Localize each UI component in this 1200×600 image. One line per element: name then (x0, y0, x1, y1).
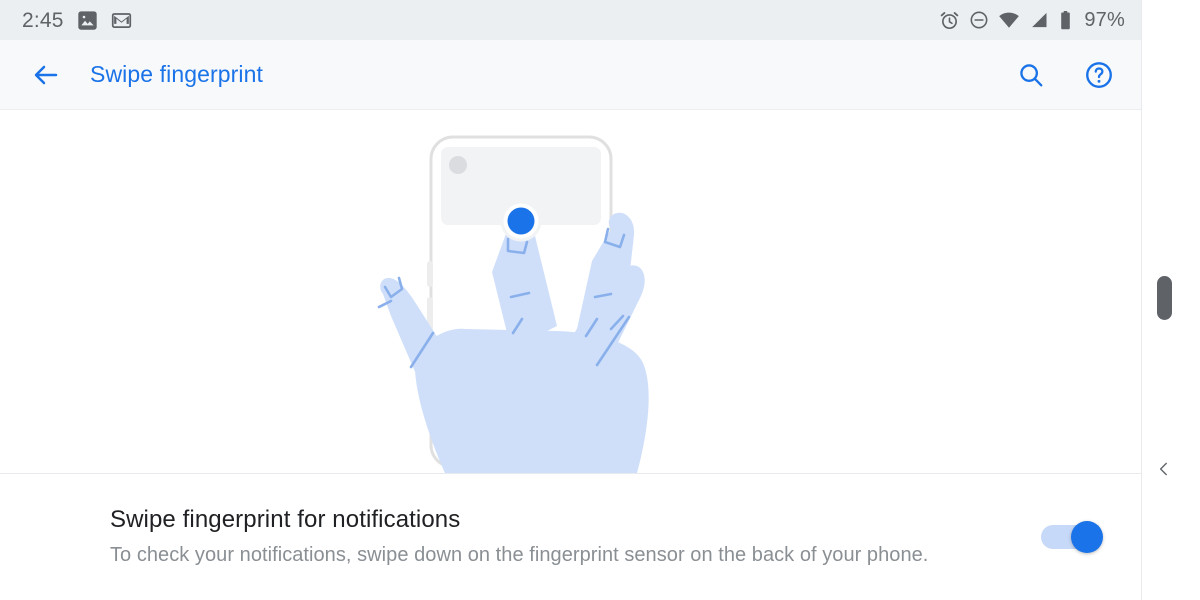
battery-percent: 97% (1084, 9, 1125, 31)
alarm-icon (941, 11, 959, 29)
do-not-disturb-icon (970, 11, 988, 29)
photos-icon (78, 10, 97, 30)
help-icon (1086, 61, 1112, 88)
back-button[interactable] (24, 53, 68, 97)
fingerprint-sensor-dot (500, 200, 541, 242)
phone-screen: 2:45 97% Swipe fingerprint Swipe fingerp… (0, 0, 1142, 600)
swipe-fingerprint-setting-row[interactable]: Swipe fingerprint for notifications To c… (0, 474, 1141, 600)
hand-graphic (377, 212, 649, 473)
back-arrow-icon (34, 65, 58, 84)
swipe-fingerprint-toggle[interactable] (1041, 521, 1103, 553)
chevron-left-icon (1159, 462, 1167, 476)
status-bar-right: 97% (939, 9, 1125, 31)
search-icon (1020, 63, 1043, 86)
gmail-icon (111, 12, 131, 28)
setting-texts: Swipe fingerprint for notifications To c… (110, 506, 1015, 568)
setting-subtitle: To check your notifications, swipe down … (110, 543, 929, 566)
wifi-icon (999, 12, 1020, 28)
status-bar: 2:45 97% (0, 0, 1141, 40)
swipe-fingerprint-illustration (0, 111, 1141, 474)
page-title: Swipe fingerprint (90, 61, 264, 87)
help-button[interactable] (1079, 55, 1119, 95)
app-bar: Swipe fingerprint (0, 40, 1141, 110)
app-bar-actions (1011, 55, 1119, 95)
battery-icon (1061, 10, 1071, 29)
cell-signal-icon (1032, 12, 1047, 28)
search-button[interactable] (1011, 55, 1051, 95)
scrollbar-handle[interactable] (1157, 276, 1172, 320)
setting-title: Swipe fingerprint for notifications (110, 506, 461, 534)
toggle-thumb (1071, 521, 1103, 553)
illustration-graphic (377, 135, 649, 473)
camera-lens (448, 156, 467, 174)
status-bar-left: 2:45 (22, 10, 132, 31)
back-gesture-chevron[interactable] (1153, 458, 1175, 480)
status-clock: 2:45 (22, 8, 64, 32)
